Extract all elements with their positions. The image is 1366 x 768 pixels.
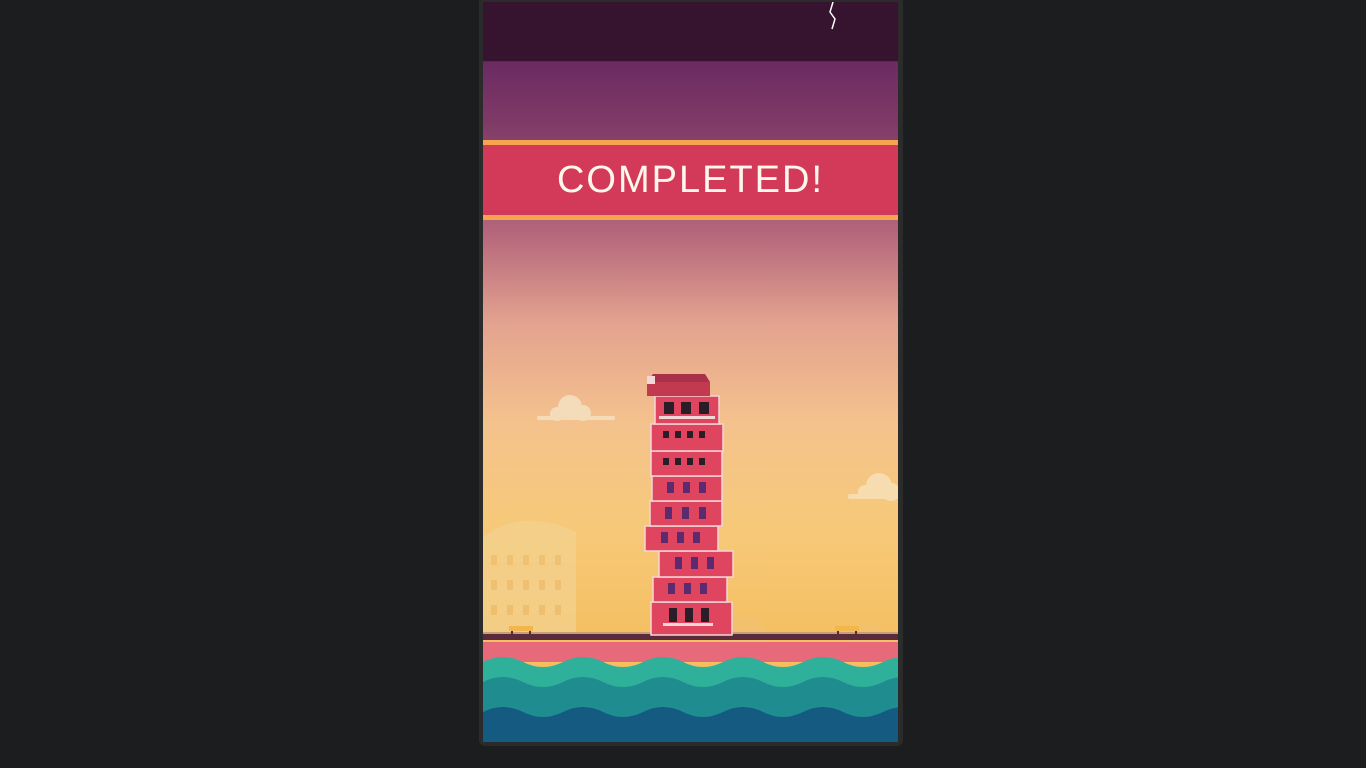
cloud-icon (537, 395, 615, 421)
game-screen[interactable]: COMPLETED! (483, 2, 898, 742)
game-frame: COMPLETED! (479, 0, 903, 746)
completed-text: COMPLETED! (556, 158, 825, 201)
completed-banner: COMPLETED! (483, 140, 898, 220)
game-scene (483, 2, 898, 742)
tower-icon (644, 374, 734, 636)
cloud-icon (848, 473, 898, 501)
background-building (483, 520, 576, 637)
waves-icon (483, 642, 898, 742)
lightning-icon (829, 2, 836, 30)
